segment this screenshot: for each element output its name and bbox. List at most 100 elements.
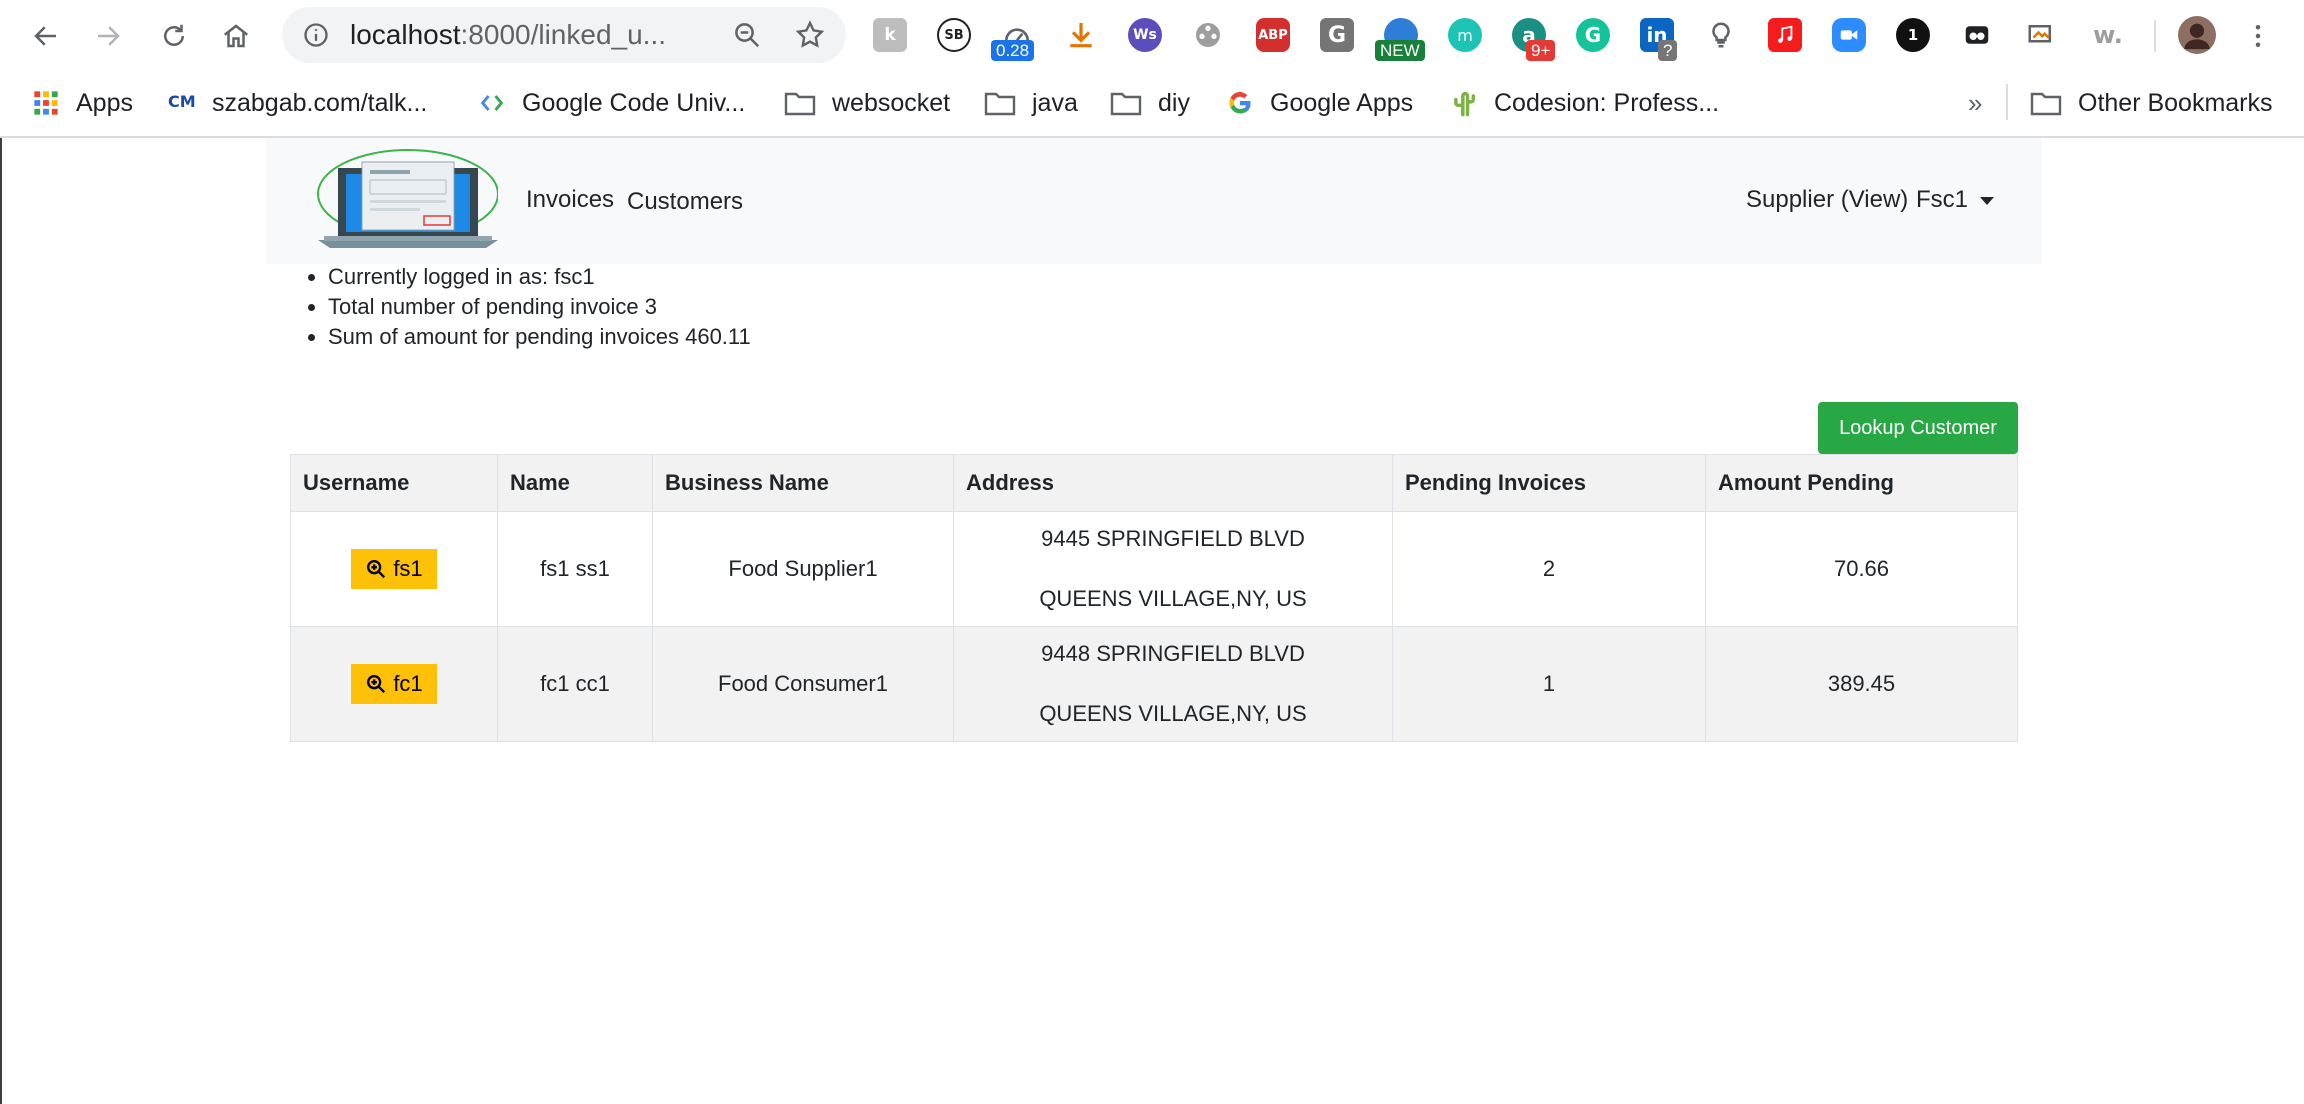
avatar[interactable] bbox=[2178, 16, 2216, 54]
tabs-icon[interactable] bbox=[1960, 18, 1994, 52]
pending-invoice-count: Total number of pending invoice 3 bbox=[328, 292, 751, 322]
new-badge: NEW bbox=[1375, 40, 1425, 61]
business-cell: Food Consumer1 bbox=[652, 626, 954, 742]
overflow-chevron-icon: » bbox=[1968, 87, 1983, 118]
user-lookup-button[interactable]: fs1 bbox=[351, 549, 437, 589]
nav-invoices-link[interactable]: Invoices bbox=[526, 186, 614, 214]
reload-button[interactable] bbox=[152, 14, 196, 58]
address-cell: 9448 SPRINGFIELD BLVD QUEENS VILLAGE,NY,… bbox=[953, 626, 1393, 742]
bookmark-google-code[interactable]: Google Code Univ... bbox=[478, 84, 745, 122]
name-cell: fs1 ss1 bbox=[497, 511, 653, 627]
username-cell: fc1 bbox=[290, 626, 498, 742]
column-header: Username bbox=[290, 454, 498, 512]
bookmark-label: Google Code Univ... bbox=[522, 88, 746, 117]
forward-button[interactable] bbox=[86, 14, 130, 58]
address-line-1: 9445 SPRINGFIELD BLVD bbox=[1041, 526, 1305, 551]
home-button[interactable] bbox=[214, 14, 258, 58]
username-label: fc1 bbox=[393, 671, 423, 696]
adblock-label: ABP bbox=[1258, 27, 1288, 43]
url-host: localhost bbox=[350, 19, 461, 50]
amount-pending-cell: 389.45 bbox=[1705, 626, 2018, 742]
lookup-customer-button[interactable]: Lookup Customer bbox=[1818, 402, 2018, 454]
extension-m-icon[interactable]: m bbox=[1448, 18, 1482, 52]
bookmark-label: Google Apps bbox=[1270, 88, 1414, 117]
bookmark-star-icon[interactable] bbox=[794, 19, 826, 51]
url-path: :8000/linked_u... bbox=[460, 19, 667, 50]
invoice-laptop-logo[interactable] bbox=[310, 148, 498, 252]
address-line-2: QUEENS VILLAGE,NY, US bbox=[1039, 701, 1307, 726]
extension-1-icon[interactable]: 1 bbox=[1896, 18, 1930, 52]
bookmark-google-apps[interactable]: Google Apps bbox=[1226, 84, 1413, 122]
column-header: Address bbox=[953, 454, 1393, 512]
back-button[interactable] bbox=[24, 14, 68, 58]
music-icon[interactable] bbox=[1768, 18, 1802, 52]
screenshot-icon[interactable] bbox=[2024, 18, 2058, 52]
google-code-icon bbox=[480, 95, 504, 111]
arrow-left-icon bbox=[34, 26, 56, 46]
extension-1-label: 1 bbox=[1907, 26, 1919, 44]
info-icon[interactable] bbox=[302, 21, 330, 49]
google-icon bbox=[1229, 92, 1251, 114]
zoom-video-icon[interactable] bbox=[1832, 18, 1866, 52]
bookmarks-overflow-button[interactable]: » bbox=[1968, 84, 1982, 122]
bookmark-label: java bbox=[1032, 88, 1078, 117]
lightbulb-icon[interactable] bbox=[1704, 18, 1738, 52]
logged-in-as: Currently logged in as: fsc1 bbox=[328, 262, 751, 292]
navbar: Invoices Customers Supplier (View) Fsc1 bbox=[266, 138, 2042, 264]
username-label: fs1 bbox=[393, 556, 423, 581]
nav-customers-link[interactable]: Customers bbox=[627, 188, 743, 216]
address-cell: 9445 SPRINGFIELD BLVD QUEENS VILLAGE,NY,… bbox=[953, 511, 1393, 627]
username-cell: fs1 bbox=[290, 511, 498, 627]
address-spacer bbox=[966, 554, 1380, 584]
column-header: Amount Pending bbox=[1705, 454, 2018, 512]
column-header: Business Name bbox=[652, 454, 954, 512]
count-badge: 9+ bbox=[1526, 40, 1556, 61]
adblock-icon[interactable]: ABP bbox=[1256, 18, 1290, 52]
extension-sb-label: SB bbox=[944, 27, 964, 43]
extension-k-icon[interactable]: k bbox=[873, 18, 907, 52]
window-edge bbox=[0, 138, 2, 1104]
user-lookup-button[interactable]: fc1 bbox=[351, 664, 437, 704]
bookmark-label: Apps bbox=[76, 88, 133, 117]
caret-down-icon bbox=[1980, 196, 1995, 205]
download-icon[interactable] bbox=[1064, 18, 1098, 52]
bookmark-label: diy bbox=[1158, 88, 1190, 117]
bookmark-diy[interactable]: diy bbox=[1110, 84, 1190, 122]
bookmark-divider bbox=[2006, 84, 2008, 120]
extension-g-label: G bbox=[1327, 22, 1347, 48]
bookmark-other[interactable]: Other Bookmarks bbox=[2030, 84, 2273, 122]
table-row: fc1 fc1 cc1 Food Consumer1 9448 SPRINGFI… bbox=[290, 626, 2018, 742]
zoom-icon[interactable] bbox=[732, 20, 762, 50]
extension-ws-icon[interactable]: Ws bbox=[1128, 18, 1162, 52]
bookmark-label: szabgab.com/talk... bbox=[212, 88, 428, 117]
column-header: Name bbox=[497, 454, 653, 512]
user-dropdown[interactable]: Fsc1 bbox=[1916, 186, 1995, 214]
folder-icon bbox=[2030, 92, 2062, 116]
bookmark-codesion[interactable]: Codesion: Profess... bbox=[1450, 84, 1719, 122]
bookmark-label: Codesion: Profess... bbox=[1494, 88, 1720, 117]
bookmark-java[interactable]: java bbox=[984, 84, 1078, 122]
bookmark-szabgab[interactable]: CM szabgab.com/talk... bbox=[168, 84, 427, 122]
code-maven-icon: CM bbox=[168, 92, 196, 111]
url-text[interactable]: localhost:8000/linked_u... bbox=[350, 21, 666, 49]
summary-list: Currently logged in as: fsc1 Total numbe… bbox=[298, 262, 751, 352]
amount-pending-cell: 70.66 bbox=[1705, 511, 2018, 627]
address-bar[interactable]: localhost:8000/linked_u... bbox=[282, 7, 846, 63]
question-badge: ? bbox=[1658, 40, 1678, 61]
bookmark-apps[interactable]: Apps bbox=[32, 84, 133, 122]
extension-sb-icon[interactable]: SB bbox=[937, 18, 971, 52]
grammarly-icon[interactable]: G bbox=[1576, 18, 1610, 52]
bookmark-label: websocket bbox=[832, 88, 951, 117]
address-line-2: QUEENS VILLAGE,NY, US bbox=[1039, 586, 1307, 611]
cactus-icon bbox=[1454, 91, 1476, 117]
extension-w-icon[interactable]: w. bbox=[2088, 18, 2128, 52]
business-cell: Food Supplier1 bbox=[652, 511, 954, 627]
address-spacer bbox=[966, 669, 1380, 699]
menu-button[interactable] bbox=[2236, 14, 2280, 58]
address-line-1: 9448 SPRINGFIELD BLVD bbox=[1041, 641, 1305, 666]
bookmark-websocket[interactable]: websocket bbox=[784, 84, 950, 122]
arrow-right-icon bbox=[98, 26, 120, 46]
extension-g-icon[interactable]: G bbox=[1320, 18, 1354, 52]
zoom-in-icon bbox=[367, 675, 386, 694]
film-reel-icon[interactable] bbox=[1191, 18, 1225, 52]
